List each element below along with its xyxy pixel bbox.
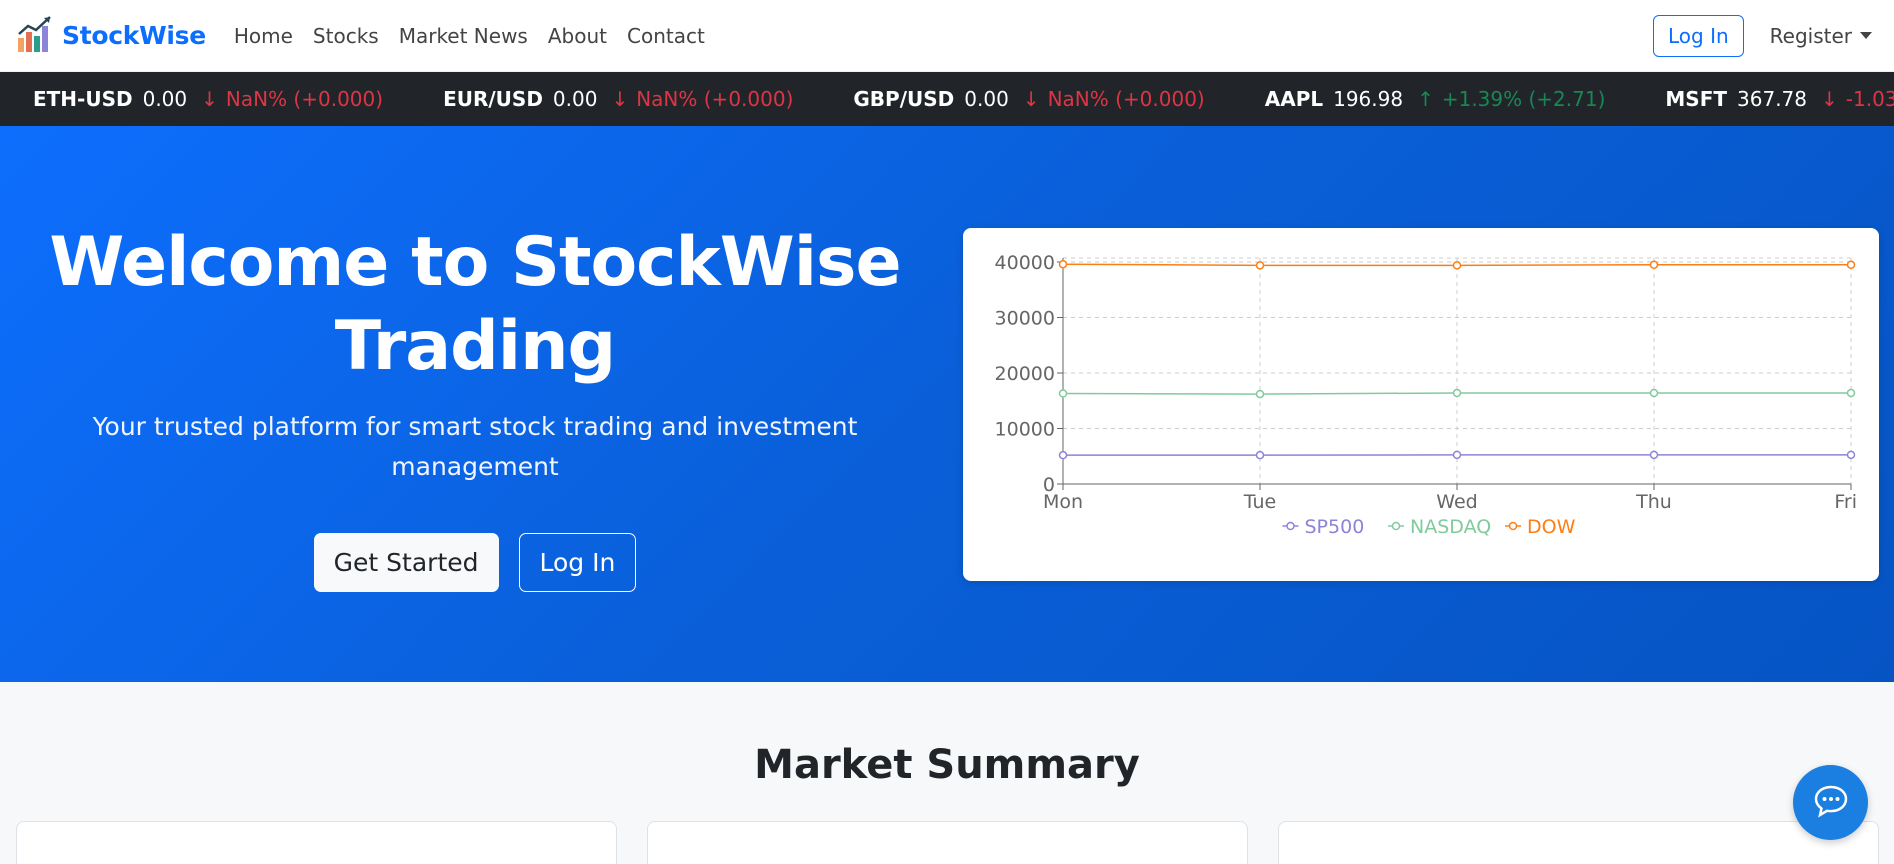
arrow-down-icon: ↓: [201, 87, 218, 111]
data-point: [1452, 261, 1462, 270]
data-point: [1452, 450, 1462, 460]
data-point: [1649, 388, 1659, 398]
nav-link-contact[interactable]: Contact: [627, 24, 705, 48]
brand-logo-icon: [16, 14, 54, 58]
get-started-button[interactable]: Get Started: [313, 533, 499, 592]
data-point: [1255, 261, 1265, 270]
market-summary-card: [647, 821, 1248, 864]
y-tick-label: 20000: [995, 363, 1055, 385]
data-point: [1255, 450, 1265, 460]
ticker-item: AAPL 196.98 ↑ +1.39% (+2.71): [1265, 87, 1606, 111]
y-tick-label: 10000: [995, 419, 1055, 441]
nav-link-home[interactable]: Home: [234, 24, 293, 48]
ticker-change: NaN% (+0.000): [1047, 87, 1205, 111]
ticker-symbol: EUR/USD: [443, 87, 543, 111]
arrow-down-icon: ↓: [611, 87, 629, 111]
ticker-change: +1.39% (+2.71): [1441, 87, 1606, 111]
stock-ticker: ETH-USD 0.00 ↓ NaN% (+0.000) EUR/USD 0.0…: [0, 72, 1894, 126]
hero-subtitle: Your trusted platform for smart stock tr…: [92, 412, 858, 481]
chat-button[interactable]: [1793, 765, 1868, 840]
login-button[interactable]: Log In: [1653, 14, 1744, 57]
market-summary-card: [16, 821, 617, 864]
data-point: [1452, 388, 1462, 398]
hero-buttons: Get Started Log In: [40, 533, 910, 592]
data-point: [1058, 389, 1068, 398]
legend-marker-point: [1508, 521, 1518, 531]
legend-label-sp500: SP500: [1305, 516, 1365, 538]
ticker-symbol: MSFT: [1665, 87, 1728, 111]
arrow-down-icon: ↓: [1821, 87, 1838, 111]
caret-down-icon: [1860, 32, 1872, 39]
data-point: [1649, 450, 1659, 460]
y-tick-label: 40000: [995, 252, 1055, 274]
data-point: [1255, 389, 1265, 399]
ticker-item: GBP/USD 0.00 ↓ NaN% (+0.000): [853, 87, 1204, 111]
nav-link-stocks[interactable]: Stocks: [313, 24, 379, 48]
top-navbar: StockWise Home Stocks Market News About …: [0, 0, 1894, 72]
ticker-price: 0.00: [142, 87, 188, 111]
register-label: Register: [1769, 23, 1852, 48]
hero-login-button[interactable]: Log In: [518, 533, 637, 592]
data-point: [1058, 259, 1068, 269]
ticker-item: ETH-USD 0.00 ↓ NaN% (+0.000): [33, 87, 383, 111]
market-summary-title: Market Summary: [754, 742, 1140, 788]
data-point: [1846, 388, 1856, 398]
x-tick-label: Mon: [1043, 491, 1083, 513]
x-tick-label: Wed: [1436, 491, 1477, 513]
brand-name: StockWise: [62, 21, 206, 50]
nav-link-market-news[interactable]: Market News: [399, 24, 528, 48]
index-line-chart: 010000200003000040000Mon Tue Wed Thu FriSP50…: [995, 252, 1857, 538]
chat-bubble-icon: [1813, 784, 1849, 822]
ticker-symbol: AAPL: [1264, 87, 1324, 111]
ticker-change: -1.03% (3.830): [1845, 87, 1894, 111]
arrow-down-icon: ↓: [1022, 87, 1040, 111]
nav-links: Home Stocks Market News About Contact: [234, 24, 705, 48]
hero-title-line2: Trading: [334, 307, 616, 386]
x-tick-label: Thu: [1635, 491, 1672, 513]
hero-content: Welcome to StockWise Trading Your truste…: [40, 221, 910, 592]
hero-title-line1: Welcome to StockWise: [49, 223, 901, 302]
brand[interactable]: StockWise: [16, 14, 206, 58]
ticker-price: 0.00: [964, 87, 1009, 111]
ticker-price: 196.98: [1333, 87, 1404, 111]
hero-title: Welcome to StockWise Trading: [40, 221, 910, 389]
data-point: [1058, 450, 1068, 460]
x-tick-label: Fri: [1834, 491, 1857, 513]
register-dropdown[interactable]: Register: [1770, 24, 1872, 48]
market-summary-card: [1278, 821, 1879, 864]
ticker-price: 367.78: [1737, 87, 1807, 111]
arrow-up-icon: ↑: [1417, 87, 1434, 111]
index-chart-card: 0 10000 20000 30000 40000 Mon Tue Wed Thu Fri SP50…: [963, 228, 1879, 581]
ticker-change: NaN% (+0.000): [225, 87, 384, 111]
ticker-symbol: GBP/USD: [853, 87, 955, 111]
nav-right: Log In Register: [1653, 14, 1872, 57]
ticker-symbol: ETH-USD: [33, 87, 133, 111]
y-tick-label: 30000: [995, 308, 1055, 330]
ticker-change: NaN% (+0.000): [636, 87, 794, 111]
x-tick-label: Tue: [1243, 491, 1276, 513]
legend-marker-point: [1286, 521, 1295, 531]
legend-label-dow: DOW: [1527, 516, 1576, 538]
legend-marker-point: [1391, 521, 1401, 531]
data-point: [1649, 260, 1659, 270]
nav-link-about[interactable]: About: [548, 24, 607, 48]
data-point: [1846, 450, 1856, 460]
data-point: [1846, 260, 1856, 270]
hero-section: Welcome to StockWise Trading Your truste…: [0, 126, 1894, 682]
ticker-item: MSFT 367.78 ↓ -1.03% (3.830): [1665, 87, 1894, 111]
ticker-price: 0.00: [552, 87, 598, 111]
legend-label-nasdaq: NASDAQ: [1410, 516, 1491, 538]
ticker-item: EUR/USD 0.00 ↓ NaN% (+0.000): [443, 87, 793, 111]
